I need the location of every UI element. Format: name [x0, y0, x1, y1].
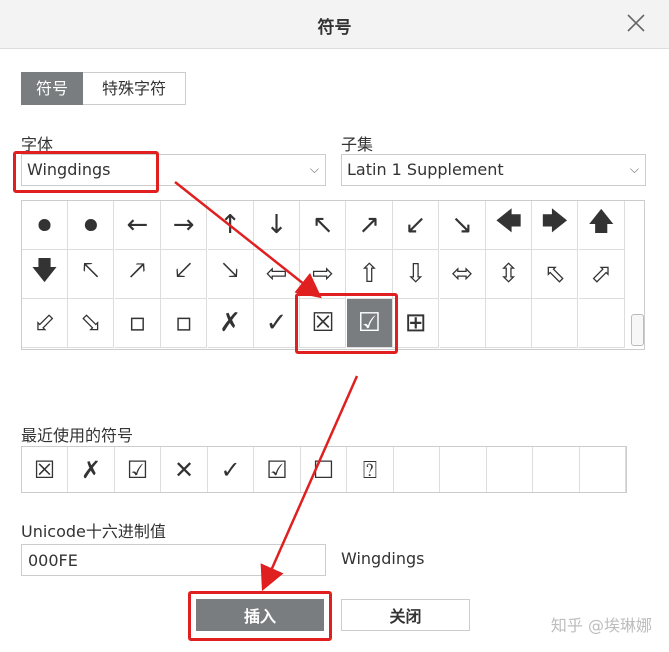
- annotation-arrow-1: [174, 181, 322, 299]
- annotation-arrows: [174, 181, 359, 592]
- annotation-arrow-2: [260, 375, 359, 592]
